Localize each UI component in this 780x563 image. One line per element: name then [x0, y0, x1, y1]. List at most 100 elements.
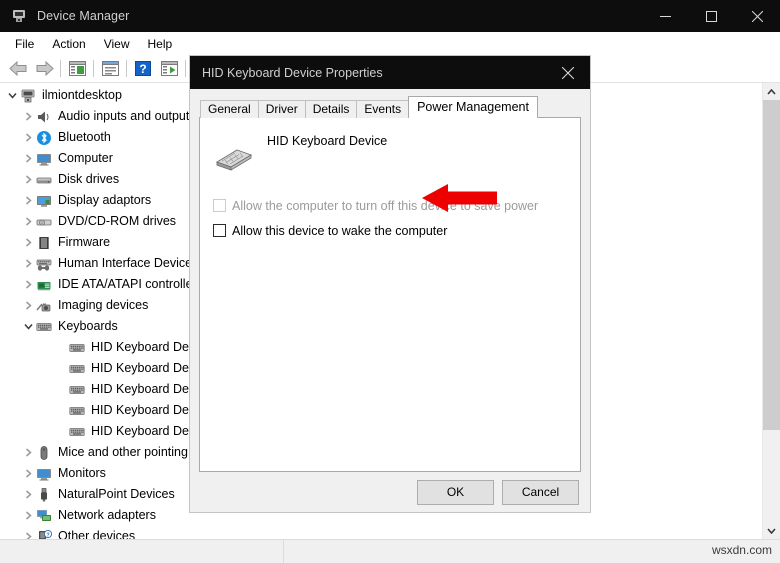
tree-item-label: Other devices	[58, 529, 136, 539]
menu-view[interactable]: View	[95, 34, 139, 54]
allow-turn-off-row[interactable]: Allow the computer to turn off this devi…	[213, 196, 567, 215]
twisty-spacer	[54, 421, 69, 442]
scroll-down-icon[interactable]	[763, 522, 780, 539]
scan-for-hardware-changes-icon[interactable]	[156, 57, 182, 81]
dialog-tabstrip: General Driver Details Events Power Manageme…	[200, 96, 581, 118]
tree-item-label: ilmiontdesktop	[42, 88, 122, 102]
tree-item-label: DVD/CD-ROM drives	[58, 214, 177, 228]
chevron-right-icon[interactable]	[21, 190, 36, 211]
chevron-right-icon[interactable]	[21, 211, 36, 232]
tree-vertical-scrollbar[interactable]	[762, 83, 780, 539]
keyboard-icon	[69, 403, 85, 419]
bluetooth-icon	[36, 130, 52, 146]
tab-details[interactable]: Details	[304, 100, 358, 118]
toolbar-separator	[93, 60, 94, 77]
network-adapter-icon	[36, 508, 52, 524]
menubar: File Action View Help	[0, 32, 780, 55]
tab-power-management[interactable]: Power Management	[408, 96, 538, 118]
maximize-button[interactable]	[688, 0, 734, 32]
mouse-icon	[36, 445, 52, 461]
dialog-body: General Driver Details Events Power Manageme…	[190, 89, 590, 472]
statusbar-divider	[283, 540, 284, 563]
toolbar-separator	[60, 60, 61, 77]
red-arrow-annotation	[422, 182, 497, 214]
computer-root-icon	[20, 88, 36, 104]
chevron-right-icon[interactable]	[21, 106, 36, 127]
properties-icon[interactable]	[97, 57, 123, 81]
chevron-down-icon[interactable]	[21, 316, 36, 337]
cancel-button[interactable]: Cancel	[502, 479, 579, 505]
chevron-down-icon[interactable]	[5, 85, 20, 106]
keyboard-icon	[69, 361, 85, 377]
help-icon[interactable]: ?	[130, 57, 156, 81]
minimize-button[interactable]	[642, 0, 688, 32]
menu-file[interactable]: File	[6, 34, 43, 54]
menu-action[interactable]: Action	[43, 34, 94, 54]
statusbar: wsxdn.com	[0, 539, 780, 563]
tree-item-label: Keyboards	[58, 319, 118, 333]
keyboard-icon	[69, 340, 85, 356]
allow-wake-label: Allow this device to wake the computer	[232, 223, 448, 238]
monitor-icon	[36, 466, 52, 482]
chevron-right-icon[interactable]	[21, 148, 36, 169]
forward-icon[interactable]	[31, 57, 57, 81]
keyboard-icon	[69, 382, 85, 398]
camera-icon	[36, 298, 52, 314]
tree-item-label: NaturalPoint Devices	[58, 487, 175, 501]
svg-text:?: ?	[46, 532, 49, 538]
back-icon[interactable]	[5, 57, 31, 81]
tree-item-label: Human Interface Devices	[58, 256, 199, 270]
tree-item-label: Computer	[58, 151, 113, 165]
tree-item-label: Bluetooth	[58, 130, 111, 144]
allow-wake-checkbox[interactable]	[213, 224, 226, 237]
chevron-right-icon[interactable]	[21, 253, 36, 274]
device-properties-dialog: HID Keyboard Device Properties General Dr…	[190, 56, 590, 512]
dialog-title: HID Keyboard Device Properties	[202, 65, 383, 80]
other-device-icon: ?	[36, 529, 52, 539]
chevron-right-icon[interactable]	[21, 232, 36, 253]
tab-driver[interactable]: Driver	[257, 100, 306, 118]
chevron-right-icon[interactable]	[21, 484, 36, 505]
chevron-right-icon[interactable]	[21, 295, 36, 316]
monitor-icon	[36, 151, 52, 167]
show-hide-console-tree-icon[interactable]	[64, 57, 90, 81]
power-management-panel: HID Keyboard Device Allow the computer t…	[199, 117, 581, 472]
device-manager-icon	[11, 8, 27, 24]
keyboard-icon	[69, 424, 85, 440]
tree-item-label: Disk drives	[58, 172, 120, 186]
chevron-right-icon[interactable]	[21, 169, 36, 190]
hid-icon	[36, 256, 52, 272]
ok-button[interactable]: OK	[417, 479, 494, 505]
tab-general[interactable]: General	[200, 100, 259, 118]
scrollbar-thumb[interactable]	[763, 100, 780, 430]
svg-text:?: ?	[139, 62, 146, 76]
tree-item-label: Monitors	[58, 466, 106, 480]
menu-help[interactable]: Help	[139, 34, 182, 54]
speaker-icon	[36, 109, 52, 125]
toolbar-separator	[126, 60, 127, 77]
chevron-right-icon[interactable]	[21, 274, 36, 295]
chevron-right-icon[interactable]	[21, 526, 36, 539]
disk-drive-icon	[36, 172, 52, 188]
usb-device-icon	[36, 487, 52, 503]
device-header: HID Keyboard Device	[213, 132, 567, 172]
allow-wake-row[interactable]: Allow this device to wake the computer	[213, 221, 567, 240]
dialog-close-button[interactable]	[545, 56, 590, 89]
tab-events[interactable]: Events	[356, 100, 410, 118]
device-name-label: HID Keyboard Device	[267, 134, 388, 148]
display-adaptor-icon	[36, 193, 52, 209]
close-button[interactable]	[734, 0, 780, 32]
optical-drive-icon	[36, 214, 52, 230]
tree-item-label: Display adaptors	[58, 193, 152, 207]
firmware-chip-icon	[36, 235, 52, 251]
scroll-up-icon[interactable]	[763, 83, 780, 100]
window-controls	[642, 0, 780, 32]
tree-item[interactable]: ? Other devices	[0, 526, 762, 539]
chevron-right-icon[interactable]	[21, 442, 36, 463]
ide-controller-icon	[36, 277, 52, 293]
chevron-right-icon[interactable]	[21, 127, 36, 148]
tree-item-label: Imaging devices	[58, 298, 149, 312]
window-title: Device Manager	[37, 9, 130, 23]
chevron-right-icon[interactable]	[21, 463, 36, 484]
chevron-right-icon[interactable]	[21, 505, 36, 526]
